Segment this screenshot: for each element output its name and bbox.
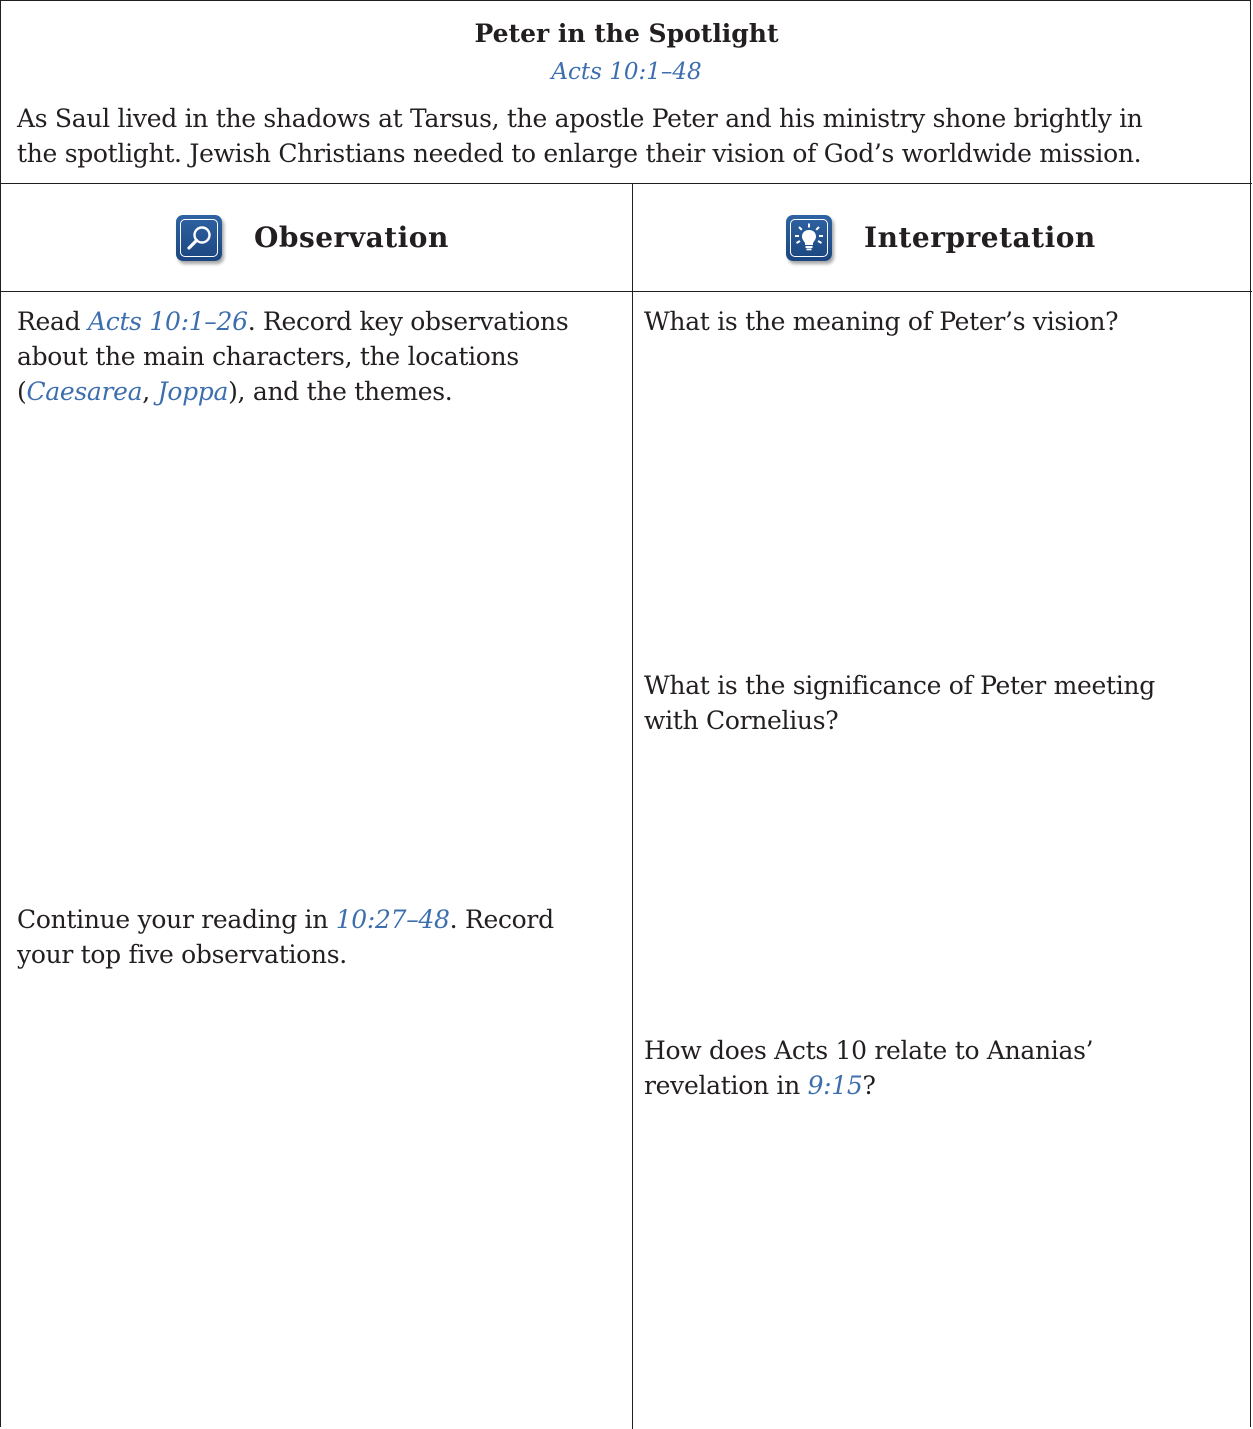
lesson-header: Peter in the Spotlight Acts 10:1–48 As S… xyxy=(1,1,1252,184)
scripture-link[interactable]: Acts 10:1–26 xyxy=(88,307,248,336)
location-link[interactable]: Caesarea xyxy=(26,377,142,406)
interpretation-column-header: Interpretation xyxy=(786,184,1096,291)
interpretation-prompt-3: How does Acts 10 relate to Ananias’ reve… xyxy=(644,1033,1242,1103)
lightbulb-icon xyxy=(786,214,832,261)
prompt-line: What is the meaning of Peter’s vision? xyxy=(644,307,1119,336)
prompt-line: about the main characters, the locations xyxy=(17,342,519,371)
interpretation-prompt-1: What is the meaning of Peter’s vision? xyxy=(644,304,1242,339)
study-sheet: Peter in the Spotlight Acts 10:1–48 As S… xyxy=(0,0,1252,1429)
interpretation-label: Interpretation xyxy=(864,221,1096,254)
observation-prompt-2: Continue your reading in 10:27–48. Recor… xyxy=(17,902,617,972)
lesson-title: Peter in the Spotlight xyxy=(474,19,779,48)
column-divider xyxy=(632,184,633,1429)
intro-line: As Saul lived in the shadows at Tarsus, … xyxy=(17,104,1143,133)
prompt-line: with Cornelius? xyxy=(644,706,839,735)
scripture-link[interactable]: 10:27–48 xyxy=(336,905,450,934)
prompt-line: revelation in 9:15? xyxy=(644,1071,876,1100)
observation-column-header: Observation xyxy=(176,184,449,291)
prompt-line: (Caesarea, Joppa), and the themes. xyxy=(17,377,453,406)
prompt-line: Continue your reading in 10:27–48. Recor… xyxy=(17,905,554,934)
intro-line: the spotlight. Jewish Christians needed … xyxy=(17,139,1142,168)
magnifying-glass-icon xyxy=(176,214,222,261)
lesson-intro: As Saul lived in the shadows at Tarsus, … xyxy=(17,101,1242,171)
scripture-link[interactable]: 9:15 xyxy=(808,1071,863,1100)
location-link[interactable]: Joppa xyxy=(158,377,229,406)
column-header-rule xyxy=(1,291,1252,292)
prompt-line: What is the significance of Peter meetin… xyxy=(644,671,1155,700)
prompt-line: Read Acts 10:1–26. Record key observatio… xyxy=(17,307,569,336)
observation-label: Observation xyxy=(254,221,449,254)
interpretation-prompt-2: What is the significance of Peter meetin… xyxy=(644,668,1242,738)
prompt-line: How does Acts 10 relate to Ananias’ xyxy=(644,1036,1094,1065)
observation-prompt-1: Read Acts 10:1–26. Record key observatio… xyxy=(17,304,617,409)
prompt-line: your top five observations. xyxy=(17,940,347,969)
lesson-scripture-reference[interactable]: Acts 10:1–48 xyxy=(1,57,1252,87)
